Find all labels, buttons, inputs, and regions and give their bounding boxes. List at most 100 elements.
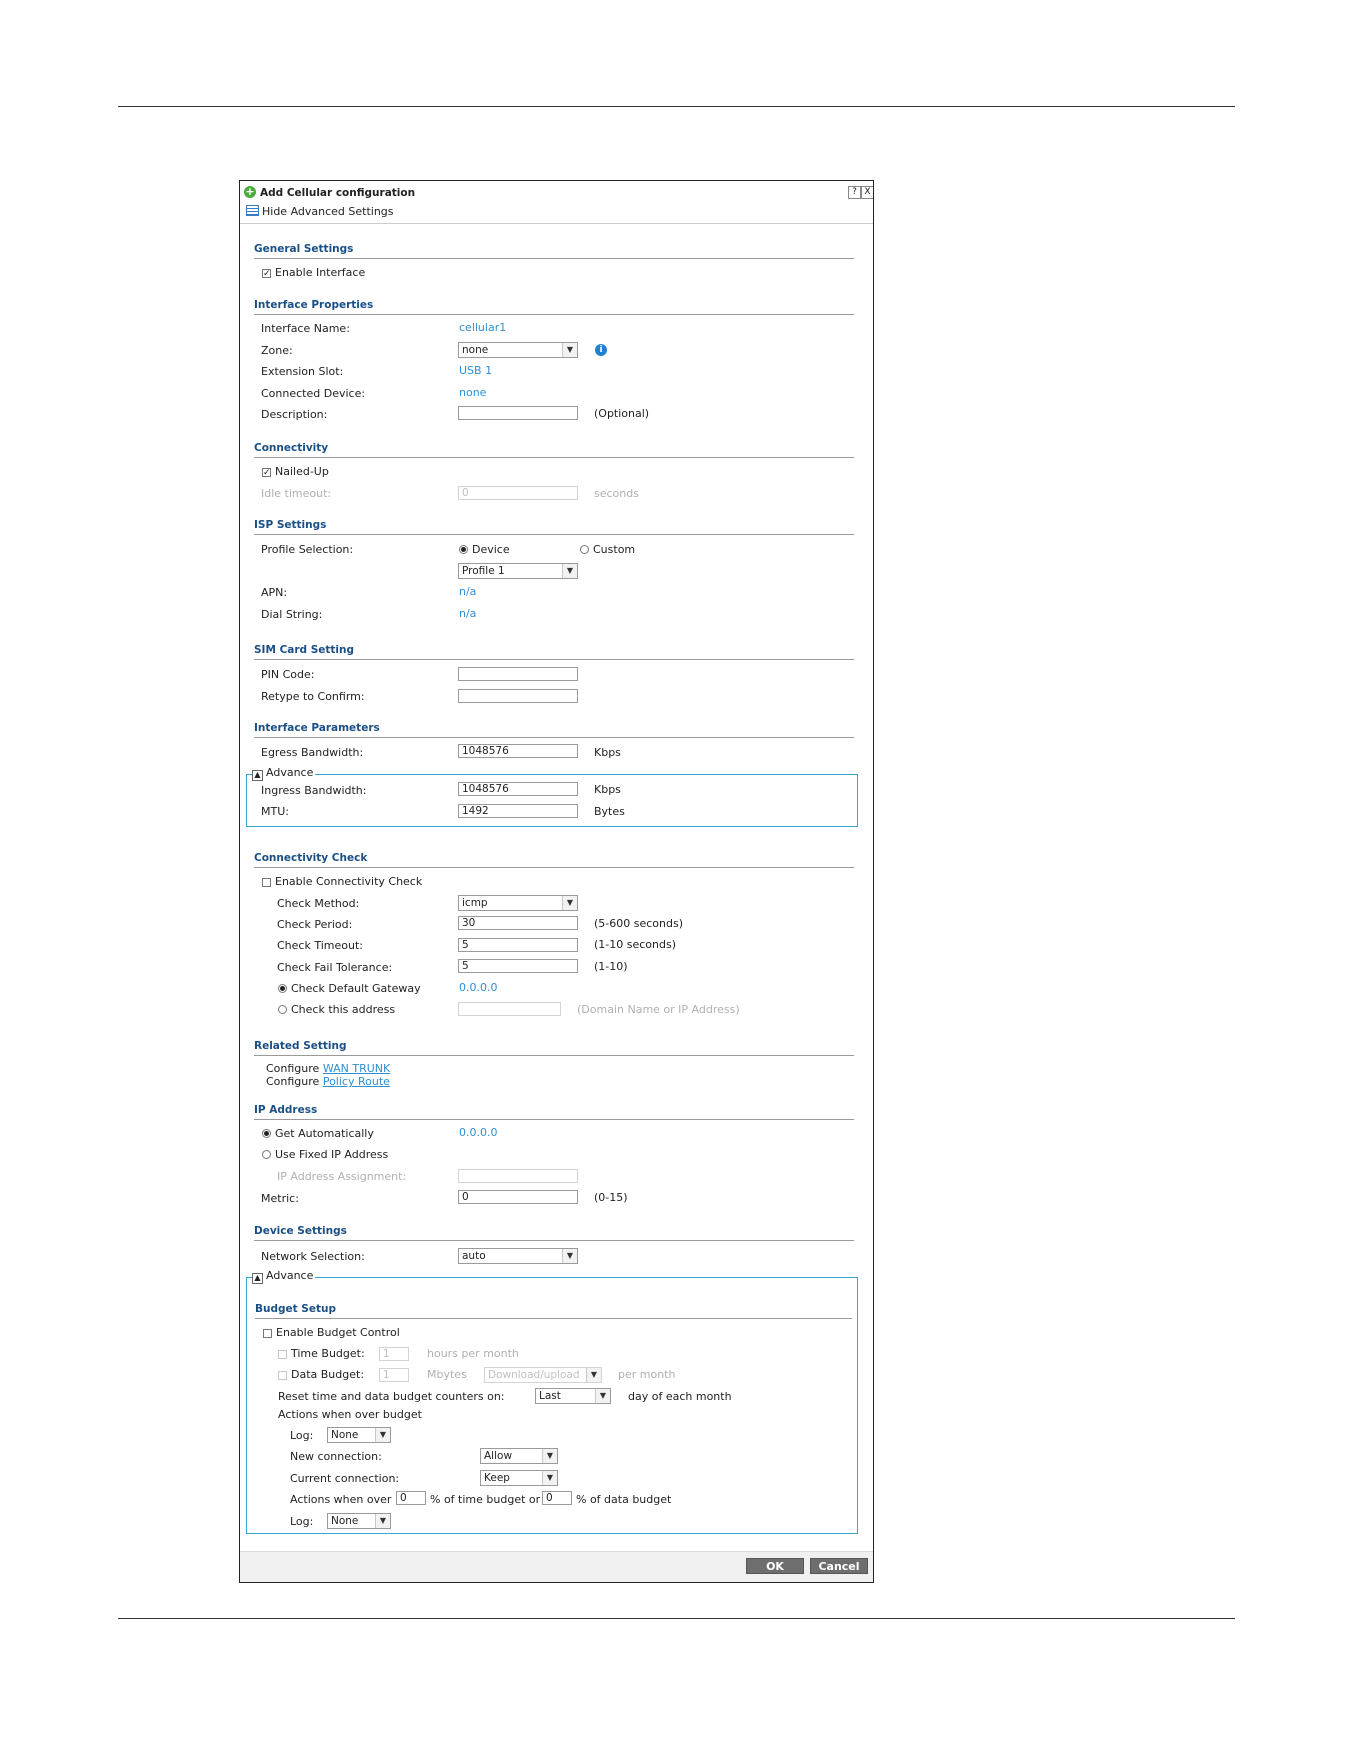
time-budget-input[interactable]: 1 bbox=[379, 1347, 409, 1361]
ip-address-assignment-input[interactable] bbox=[458, 1169, 578, 1183]
extension-slot-label: Extension Slot: bbox=[261, 365, 344, 378]
chevron-down-icon: ▼ bbox=[542, 1449, 557, 1463]
apn-label: APN: bbox=[261, 586, 288, 599]
check-default-gateway-value: 0.0.0.0 bbox=[459, 981, 498, 994]
log2-select[interactable]: None ▼ bbox=[327, 1513, 391, 1529]
idle-timeout-unit: seconds bbox=[594, 487, 639, 500]
check-this-address-radio[interactable] bbox=[278, 1005, 287, 1014]
ingress-bandwidth-input[interactable]: 1048576 bbox=[458, 782, 578, 796]
zone-select-value: none bbox=[462, 344, 489, 356]
connected-device-label: Connected Device: bbox=[261, 387, 366, 400]
reset-day-value: Last bbox=[539, 1390, 561, 1402]
policy-route-link[interactable]: Policy Route bbox=[323, 1075, 390, 1088]
network-selection-value: auto bbox=[462, 1250, 486, 1262]
actions-over-prefix: Actions when over bbox=[290, 1493, 392, 1506]
zone-select[interactable]: none ▼ bbox=[458, 342, 578, 358]
dial-string-value: n/a bbox=[459, 607, 477, 620]
check-this-address-input[interactable] bbox=[458, 1002, 561, 1016]
zone-label: Zone: bbox=[261, 344, 293, 357]
reset-day-select[interactable]: Last ▼ bbox=[535, 1388, 611, 1404]
actions-over-budget-label: Actions when over budget bbox=[278, 1408, 422, 1421]
dial-string-label: Dial String: bbox=[261, 608, 323, 621]
metric-input[interactable]: 0 bbox=[458, 1190, 578, 1204]
current-connection-select[interactable]: Keep ▼ bbox=[480, 1470, 558, 1486]
data-budget-checkbox[interactable] bbox=[278, 1371, 287, 1380]
section-interface-parameters: Interface Parameters bbox=[254, 721, 854, 738]
retype-confirm-label: Retype to Confirm: bbox=[261, 690, 365, 703]
check-timeout-input[interactable]: 5 bbox=[458, 938, 578, 952]
current-connection-value: Keep bbox=[484, 1472, 510, 1484]
use-fixed-ip-radio[interactable] bbox=[262, 1150, 271, 1159]
enable-connectivity-check-checkbox[interactable] bbox=[262, 878, 271, 887]
new-connection-label: New connection: bbox=[290, 1450, 382, 1463]
data-budget-period: per month bbox=[618, 1368, 676, 1381]
check-default-gateway-label: Check Default Gateway bbox=[291, 982, 421, 995]
profile-select[interactable]: Profile 1 ▼ bbox=[458, 563, 578, 579]
egress-bandwidth-input[interactable]: 1048576 bbox=[458, 744, 578, 758]
cancel-button[interactable]: Cancel bbox=[810, 1558, 868, 1574]
nailed-up-checkbox[interactable]: ✓ bbox=[262, 468, 271, 478]
description-input[interactable] bbox=[458, 406, 578, 420]
idle-timeout-input[interactable]: 0 bbox=[458, 486, 578, 500]
mtu-input[interactable]: 1492 bbox=[458, 804, 578, 818]
enable-budget-control-label: Enable Budget Control bbox=[276, 1326, 400, 1339]
get-automatically-value: 0.0.0.0 bbox=[459, 1126, 498, 1139]
log-select[interactable]: None ▼ bbox=[327, 1427, 391, 1443]
advance-toggle-device[interactable]: ▲ Advance bbox=[252, 1269, 316, 1284]
section-sim-card-setting: SIM Card Setting bbox=[254, 643, 854, 660]
over-data-percent-input[interactable]: 0 bbox=[542, 1491, 572, 1505]
configure-label: Configure bbox=[266, 1062, 320, 1075]
mtu-label: MTU: bbox=[261, 805, 289, 818]
log-label: Log: bbox=[290, 1429, 314, 1442]
help-icon[interactable]: ? bbox=[848, 186, 861, 199]
chevron-down-icon: ▼ bbox=[562, 896, 577, 910]
extension-slot-value: USB 1 bbox=[459, 364, 493, 377]
collapse-icon: ▲ bbox=[252, 1273, 263, 1284]
profile-device-radio[interactable] bbox=[459, 545, 468, 554]
profile-device-label: Device bbox=[472, 543, 510, 556]
nailed-up-label: Nailed-Up bbox=[275, 465, 329, 478]
section-connectivity: Connectivity bbox=[254, 441, 854, 458]
check-method-label: Check Method: bbox=[277, 897, 360, 910]
advance-label: Advance bbox=[266, 1269, 314, 1282]
title-separator bbox=[240, 223, 873, 224]
ok-button[interactable]: OK bbox=[746, 1558, 804, 1574]
over-time-percent-input[interactable]: 0 bbox=[396, 1491, 426, 1505]
chevron-down-icon: ▼ bbox=[595, 1389, 610, 1403]
check-fail-tolerance-input[interactable]: 5 bbox=[458, 959, 578, 973]
check-method-select[interactable]: icmp ▼ bbox=[458, 895, 578, 911]
data-budget-input[interactable]: 1 bbox=[379, 1368, 409, 1382]
chevron-down-icon: ▼ bbox=[562, 343, 577, 357]
enable-budget-control-checkbox[interactable] bbox=[263, 1329, 272, 1338]
list-icon bbox=[246, 205, 259, 216]
wan-trunk-link[interactable]: WAN TRUNK bbox=[323, 1062, 390, 1075]
check-period-hint: (5-600 seconds) bbox=[594, 917, 684, 930]
enable-interface-label: Enable Interface bbox=[275, 266, 366, 279]
check-period-input[interactable]: 30 bbox=[458, 916, 578, 930]
advance-label: Advance bbox=[266, 766, 314, 779]
data-direction-select[interactable]: Download/upload ▼ bbox=[484, 1367, 602, 1383]
ingress-bandwidth-label: Ingress Bandwidth: bbox=[261, 784, 367, 797]
retype-confirm-input[interactable] bbox=[458, 689, 578, 703]
check-default-gateway-radio[interactable] bbox=[278, 984, 287, 993]
time-budget-checkbox[interactable] bbox=[278, 1350, 287, 1359]
get-automatically-radio[interactable] bbox=[262, 1129, 271, 1138]
hide-advanced-settings-link[interactable]: Hide Advanced Settings bbox=[246, 205, 394, 219]
pin-code-input[interactable] bbox=[458, 667, 578, 681]
profile-custom-radio[interactable] bbox=[580, 545, 589, 554]
check-period-label: Check Period: bbox=[277, 918, 353, 931]
dialog-title-bar: + Add Cellular configuration ? X bbox=[244, 185, 873, 201]
configure-wan-trunk-row: Configure WAN TRUNK bbox=[266, 1062, 390, 1076]
info-icon[interactable]: i bbox=[595, 344, 607, 356]
chevron-down-icon: ▼ bbox=[562, 564, 577, 578]
close-icon[interactable]: X bbox=[861, 186, 873, 199]
enable-interface-checkbox[interactable]: ✓ bbox=[262, 269, 271, 279]
check-timeout-label: Check Timeout: bbox=[277, 939, 363, 952]
advance-toggle-parameters[interactable]: ▲ Advance bbox=[252, 766, 316, 781]
data-budget-unit: Mbytes bbox=[427, 1368, 467, 1381]
ip-address-assignment-label: IP Address Assignment: bbox=[277, 1170, 407, 1183]
add-icon: + bbox=[244, 185, 256, 198]
network-selection-select[interactable]: auto ▼ bbox=[458, 1248, 578, 1264]
data-budget-label: Data Budget: bbox=[291, 1368, 365, 1381]
new-connection-select[interactable]: Allow ▼ bbox=[480, 1448, 558, 1464]
